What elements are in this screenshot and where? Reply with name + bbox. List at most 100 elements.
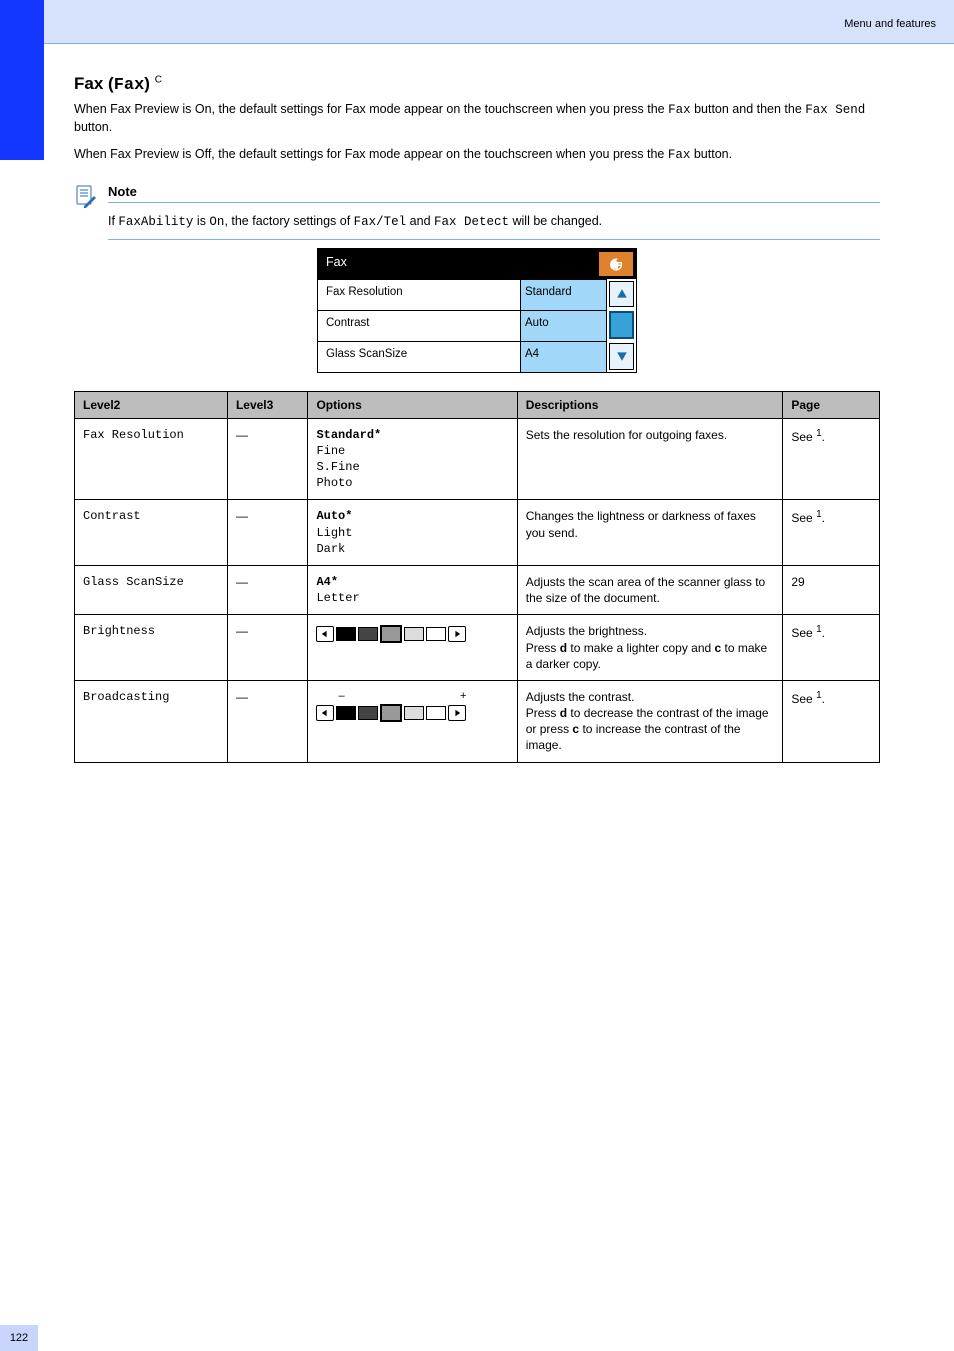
scroll-thumb[interactable]	[609, 311, 634, 339]
option: Light	[316, 526, 352, 540]
cell-options: A4* Letter	[308, 565, 517, 614]
text: When Fax Preview is Off, the default set…	[74, 147, 668, 161]
contrast-slider	[316, 704, 508, 722]
option: A4*	[316, 575, 338, 589]
option: Letter	[316, 591, 359, 605]
text: Press	[526, 706, 560, 720]
text: button.	[74, 120, 112, 134]
heading-suffix: )	[144, 74, 150, 93]
slider-left-button[interactable]	[316, 626, 334, 642]
option: Fine	[316, 444, 345, 458]
note-icon	[74, 184, 98, 208]
cell-description: Changes the lightness or darkness of fax…	[517, 500, 783, 566]
heading-button-name: Fax	[114, 76, 145, 95]
triangle-left-icon	[321, 709, 329, 717]
cell-options: Standard* Fine S.Fine Photo	[308, 418, 517, 500]
page-content: Fax (Fax) C When Fax Preview is On, the …	[0, 44, 954, 803]
triangle-left-icon	[321, 630, 329, 638]
section-heading: Fax (Fax) C	[74, 74, 880, 95]
table-row: Glass ScanSize — A4* Letter Adjusts the …	[75, 565, 880, 614]
button-ref: Fax	[668, 103, 691, 117]
th-descriptions: Descriptions	[517, 391, 783, 418]
text: See	[791, 626, 812, 640]
slider-seg	[426, 627, 446, 641]
slider-seg	[404, 627, 424, 641]
text: .	[822, 692, 825, 706]
side-blue-tab	[0, 0, 44, 160]
text: See	[791, 430, 812, 444]
slider-seg	[426, 706, 446, 720]
cell-level2: Contrast	[75, 500, 228, 566]
slider-seg	[358, 627, 378, 641]
cell-level2: Broadcasting	[75, 680, 228, 762]
text: See	[791, 511, 812, 525]
scroll-up-button[interactable]	[609, 281, 634, 307]
text: Press	[526, 641, 560, 655]
button-ref: Fax	[668, 148, 691, 162]
text: , the factory settings of	[224, 214, 353, 228]
chevron-up-icon	[616, 288, 628, 300]
table-row: Broadcasting — – +	[75, 680, 880, 762]
touchscreen-row[interactable]: Glass ScanSize A4	[318, 341, 606, 372]
code: Fax/Tel	[354, 215, 407, 229]
slider-right-button[interactable]	[448, 705, 466, 721]
triangle-right-icon	[453, 709, 461, 717]
page-header: Menu and features	[0, 0, 954, 44]
text: is	[197, 214, 210, 228]
scroll-column	[606, 279, 636, 372]
cell-options	[308, 615, 517, 681]
touchscreen-row[interactable]: Fax Resolution Standard	[318, 279, 606, 310]
text: will be changed.	[509, 214, 602, 228]
table-row: Contrast — Auto* Light Dark Changes the …	[75, 500, 880, 566]
slider-right-button[interactable]	[448, 626, 466, 642]
slider-seg	[336, 627, 356, 641]
row-value: Standard	[520, 280, 606, 310]
code: Fax Detect	[434, 215, 509, 229]
slider-seg	[336, 706, 356, 720]
cell-description: Adjusts the brightness. Press d to make …	[517, 615, 783, 681]
option: S.Fine	[316, 460, 359, 474]
text: .	[822, 430, 825, 444]
row-value: Auto	[520, 311, 606, 341]
brightness-slider	[316, 625, 508, 643]
cell-level3: —	[227, 500, 308, 566]
text: button.	[694, 147, 732, 161]
slider-labels: – +	[338, 689, 466, 704]
back-button[interactable]	[598, 251, 634, 277]
cell-level3: —	[227, 680, 308, 762]
touchscreen-title: Fax	[318, 249, 596, 279]
key-ref: d	[560, 706, 567, 720]
cell-description: Sets the resolution for outgoing faxes.	[517, 418, 783, 500]
heading-superscript: C	[155, 74, 162, 85]
back-arrow-icon	[608, 256, 624, 272]
cell-level3: —	[227, 565, 308, 614]
text: to make a lighter copy and	[567, 641, 714, 655]
option: Auto*	[316, 509, 352, 523]
code: FaxAbility	[118, 215, 193, 229]
note-body: If FaxAbility is On, the factory setting…	[108, 208, 880, 240]
text: Adjusts the contrast.	[526, 690, 635, 704]
heading-prefix: Fax (	[74, 74, 114, 93]
note-block: Note If FaxAbility is On, the factory se…	[74, 184, 880, 240]
intro-paragraph-2: When Fax Preview is Off, the default set…	[74, 146, 880, 164]
text: .	[822, 626, 825, 640]
cell-options: – +	[308, 680, 517, 762]
triangle-right-icon	[453, 630, 461, 638]
row-key: Contrast	[318, 311, 520, 341]
option: Dark	[316, 542, 345, 556]
table-row: Fax Resolution — Standard* Fine S.Fine P…	[75, 418, 880, 500]
scroll-down-button[interactable]	[609, 343, 634, 369]
th-options: Options	[308, 391, 517, 418]
touchscreen-row[interactable]: Contrast Auto	[318, 310, 606, 341]
cell-level2: Glass ScanSize	[75, 565, 228, 614]
header-section-label: Menu and features	[844, 18, 936, 30]
th-level2: Level2	[75, 391, 228, 418]
button-ref: Fax Send	[805, 103, 865, 117]
key-ref: d	[560, 641, 567, 655]
note-label: Note	[108, 184, 880, 203]
cell-page[interactable]: 29	[783, 565, 880, 614]
text: .	[822, 511, 825, 525]
slider-left-button[interactable]	[316, 705, 334, 721]
option: Standard*	[316, 428, 381, 442]
slider-thumb	[380, 704, 402, 722]
